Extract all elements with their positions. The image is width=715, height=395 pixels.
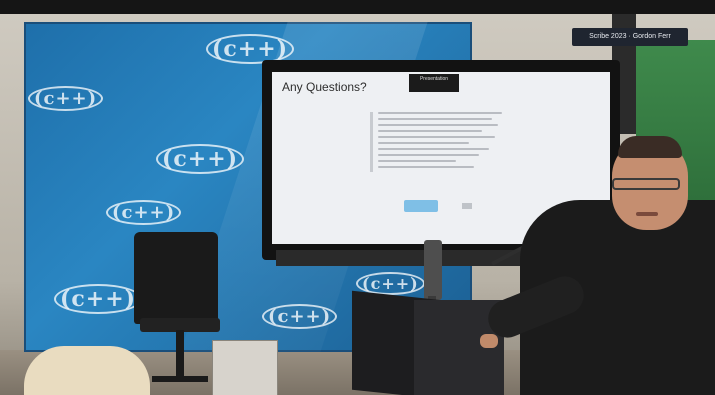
text-line xyxy=(378,148,489,150)
text-line xyxy=(378,160,456,162)
cardboard-box xyxy=(212,340,278,395)
glasses-icon xyxy=(612,178,680,190)
logo-mark: (c++) xyxy=(156,144,245,174)
text-line xyxy=(378,130,482,132)
logo-mark: (c++) xyxy=(54,284,143,314)
cream-object xyxy=(24,346,150,395)
slide-title: Any Questions? xyxy=(282,80,367,94)
text-line xyxy=(378,154,480,156)
backdrop-logo: (c++) xyxy=(52,284,144,314)
text-margin-bar xyxy=(370,112,373,172)
logo-mark: (c++) xyxy=(28,86,104,111)
text-line xyxy=(378,118,493,120)
slide-small-element xyxy=(462,203,472,209)
microphone xyxy=(424,240,442,300)
backdrop-logo: (c++) xyxy=(260,304,339,329)
text-line xyxy=(378,166,475,168)
speaker-mouth xyxy=(636,212,658,216)
text-line xyxy=(378,112,502,114)
backdrop-logo: (c++) xyxy=(26,86,105,111)
text-line xyxy=(378,142,469,144)
slide-button xyxy=(404,200,438,212)
ceiling xyxy=(0,0,715,14)
backdrop-logo: (c++) xyxy=(154,144,246,174)
logo-mark: (c++) xyxy=(106,200,182,225)
text-line xyxy=(378,124,498,126)
chair-base xyxy=(152,376,208,382)
participant-name-label: Scribe 2023 · Gordon Ferr xyxy=(572,28,688,46)
presenter-tag: Presentation xyxy=(409,74,459,92)
logo-mark: (c++) xyxy=(262,304,338,329)
text-line xyxy=(378,136,495,138)
speaker-hand xyxy=(480,334,498,348)
backdrop-logo: (c++) xyxy=(104,200,183,225)
video-frame: (c++) (c++) (c++) (c++) (c++) (c++) (c++… xyxy=(0,0,715,395)
chair-back xyxy=(134,232,218,324)
speaker-hair xyxy=(618,136,682,158)
chair-post xyxy=(176,330,184,380)
